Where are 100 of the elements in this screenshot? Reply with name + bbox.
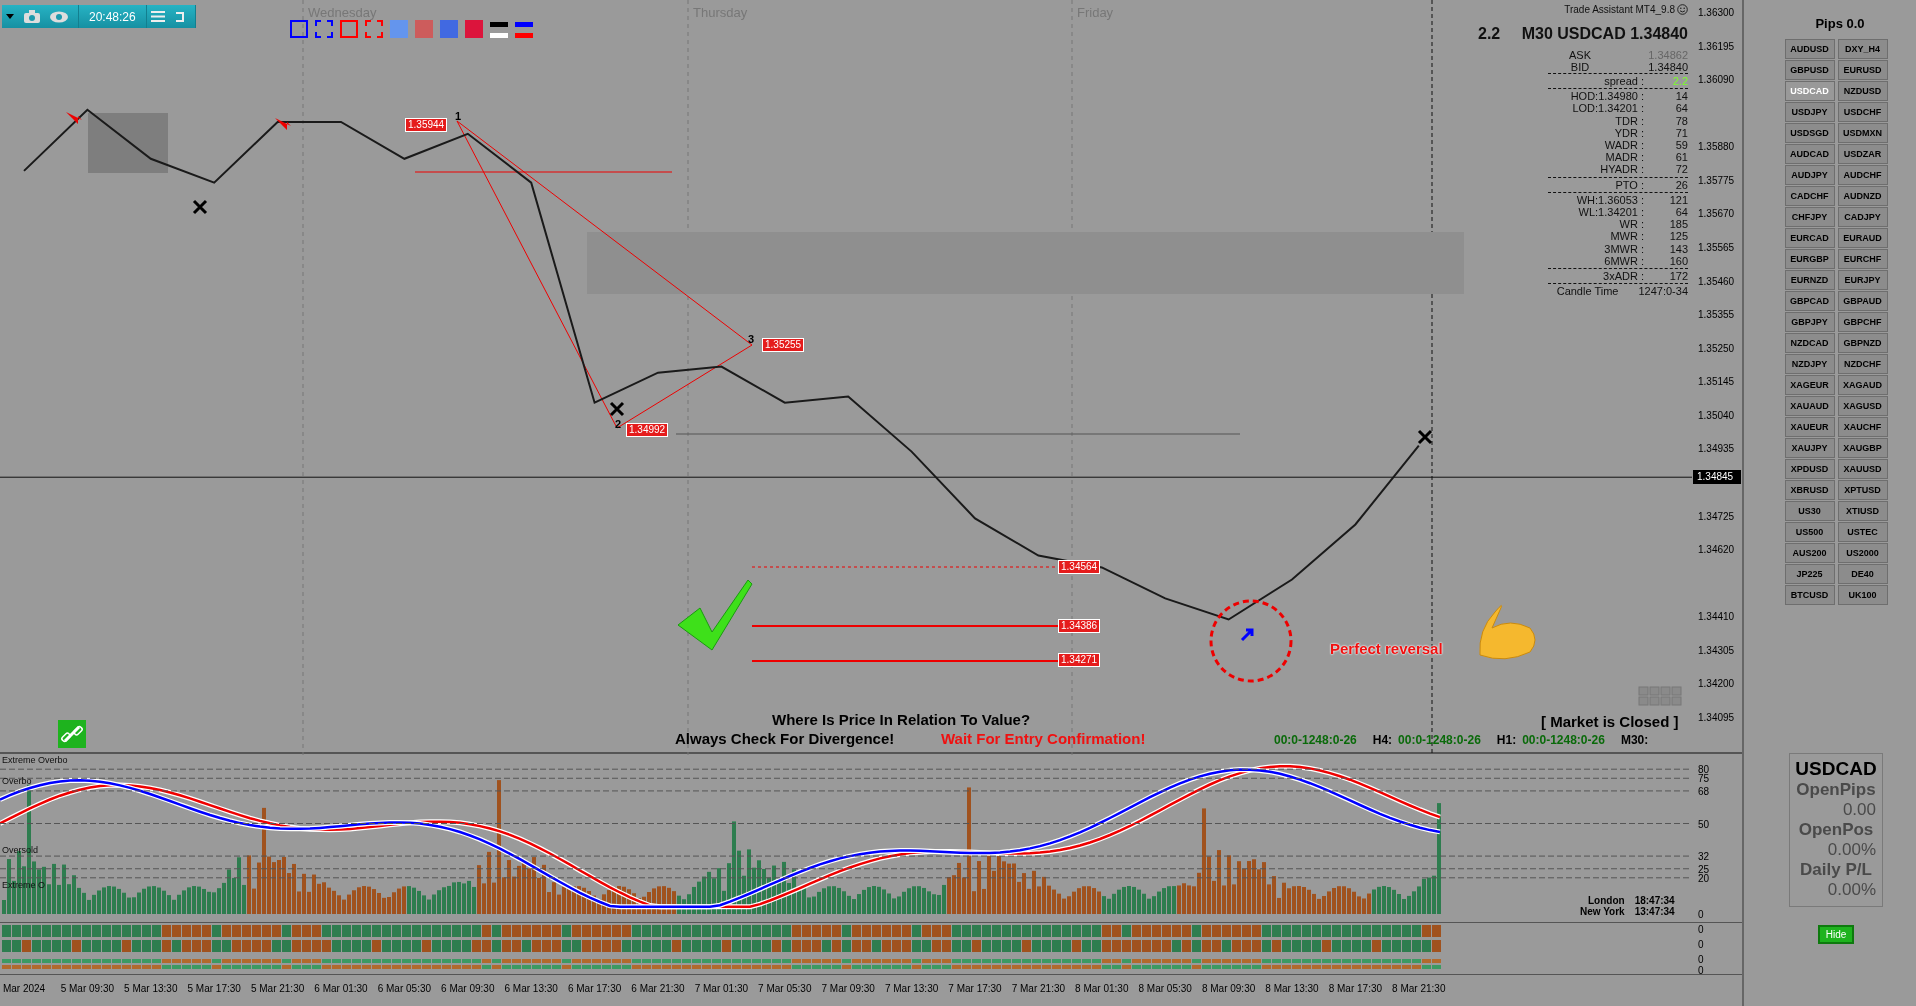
symbol-button[interactable]: EURAUD <box>1837 228 1888 248</box>
symbol-button[interactable]: XAUGBP <box>1837 438 1888 458</box>
symbol-button[interactable]: JP225 <box>1784 564 1835 584</box>
stat-value: 2.2 <box>1671 75 1688 88</box>
time-label: 6 Mar 17:30 <box>567 983 622 995</box>
link-icon[interactable] <box>58 720 86 748</box>
stat-label: PTO : <box>1614 178 1645 191</box>
symbol-button[interactable]: US2000 <box>1837 543 1888 563</box>
color-swatch[interactable] <box>340 20 358 38</box>
symbol-button[interactable]: AUDUSD <box>1784 39 1835 59</box>
grid-icon[interactable] <box>1638 686 1682 706</box>
symbol-button[interactable]: NZDUSD <box>1837 81 1888 101</box>
symbol-button[interactable]: XAUJPY <box>1784 438 1835 458</box>
symbol-button[interactable]: AUS200 <box>1784 543 1835 563</box>
symbol-button[interactable]: AUDCHF <box>1837 165 1888 185</box>
symbol-button[interactable]: GBPUSD <box>1784 60 1835 80</box>
symbol-button[interactable]: NZDJPY <box>1784 354 1835 374</box>
stat-value: 64 <box>1674 102 1688 115</box>
symbol-button[interactable]: EURNZD <box>1784 270 1835 290</box>
stat-value: 172 <box>1668 270 1688 283</box>
symbol-button[interactable]: GBPJPY <box>1784 312 1835 332</box>
color-swatch[interactable] <box>365 20 383 38</box>
symbol-button[interactable]: AUDJPY <box>1784 165 1835 185</box>
symbol-button[interactable]: GBPNZD <box>1837 333 1888 353</box>
symbol-button[interactable]: US500 <box>1784 522 1835 542</box>
eye-icon[interactable] <box>50 10 68 23</box>
line-swatch[interactable] <box>490 33 508 38</box>
price-label: 1.34386 <box>1058 619 1101 633</box>
symbol-button[interactable]: USTEC <box>1837 522 1888 542</box>
symbol-button[interactable]: XTIUSD <box>1837 501 1888 521</box>
symbol-button[interactable]: CHFJPY <box>1784 207 1835 227</box>
time-label: 5 Mar 21:30 <box>250 983 305 995</box>
stat-value: 78 <box>1674 114 1688 127</box>
line-swatch[interactable] <box>490 22 508 27</box>
symbol-button[interactable]: USDJPY <box>1784 102 1835 122</box>
time-label: 7 Mar 13:30 <box>884 983 939 995</box>
stat-label: YDR : <box>1613 126 1645 139</box>
symbol-button[interactable]: EURGBP <box>1784 249 1835 269</box>
symbol-button[interactable]: AUDCAD <box>1784 144 1835 164</box>
symbol-button[interactable]: GBPCAD <box>1784 291 1835 311</box>
color-swatch[interactable] <box>390 20 408 38</box>
symbol-button[interactable]: XPDUSD <box>1784 459 1835 479</box>
menu-icon[interactable] <box>150 11 165 22</box>
message-text: Where Is Price In Relation To Value? <box>772 711 1031 728</box>
symbol-button[interactable]: GBPAUD <box>1837 291 1888 311</box>
session-time: 18:47:34 <box>1634 895 1675 907</box>
stat-label: WL:1.34201 : <box>1577 206 1645 219</box>
color-swatch[interactable] <box>290 20 308 38</box>
market-status: [ Market is Closed ] <box>1541 713 1679 730</box>
scale-tick: 0 <box>1698 965 1704 975</box>
symbol-button[interactable]: AUDNZD <box>1837 186 1888 206</box>
symbol-button[interactable]: DE40 <box>1837 564 1888 584</box>
symbol-button[interactable]: EURUSD <box>1837 60 1888 80</box>
symbol-button[interactable]: EURCAD <box>1784 228 1835 248</box>
symbol-button[interactable]: DXY_H4 <box>1837 39 1888 59</box>
symbol-button[interactable]: EURCHF <box>1837 249 1888 269</box>
symbol-button[interactable]: XAGUSD <box>1837 396 1888 416</box>
symbol-button[interactable]: XAUAUD <box>1784 396 1835 416</box>
symbol-button[interactable]: UK100 <box>1837 585 1888 605</box>
symbol-button[interactable]: USDZAR <box>1837 144 1888 164</box>
line-swatch[interactable] <box>515 22 533 27</box>
color-swatch[interactable] <box>440 20 458 38</box>
caret-icon[interactable] <box>6 13 14 20</box>
symbol-button[interactable]: XAGEUR <box>1784 375 1835 395</box>
quote-value: 1.34840 <box>1647 61 1688 73</box>
cross-icon <box>609 401 625 417</box>
symbol-button[interactable]: NZDCAD <box>1784 333 1835 353</box>
stat-value: 72 <box>1674 163 1688 176</box>
window-icon[interactable] <box>174 11 185 22</box>
summary-value: 0.00% <box>1827 840 1877 860</box>
symbol-button[interactable]: CADCHF <box>1784 186 1835 206</box>
color-swatch[interactable] <box>315 20 333 38</box>
symbol-button[interactable]: XAUCHF <box>1837 417 1888 437</box>
symbol-button[interactable]: US30 <box>1784 501 1835 521</box>
symbol-button[interactable]: NZDCHF <box>1837 354 1888 374</box>
time-label: 5 Mar 13:30 <box>124 983 178 995</box>
session-time: 13:47:34 <box>1634 906 1675 918</box>
line-swatch[interactable] <box>515 33 533 38</box>
symbol-button[interactable]: CADJPY <box>1837 207 1888 227</box>
color-swatch[interactable] <box>415 20 433 38</box>
symbol-button[interactable]: USDCHF <box>1837 102 1888 122</box>
session-city: London <box>1588 895 1625 907</box>
symbol-button[interactable]: XPTUSD <box>1837 480 1888 500</box>
camera-icon[interactable] <box>24 10 40 23</box>
color-swatch[interactable] <box>465 20 483 38</box>
stat-label: MWR : <box>1609 230 1645 243</box>
symbol-button[interactable]: XAGAUD <box>1837 375 1888 395</box>
price-tick: 1.35145 <box>1698 376 1735 388</box>
symbol-button[interactable]: USDSGD <box>1784 123 1835 143</box>
symbol-button[interactable]: XAUUSD <box>1837 459 1888 479</box>
symbol-button[interactable]: USDMXN <box>1837 123 1888 143</box>
symbol-button[interactable]: GBPCHF <box>1837 312 1888 332</box>
symbol-button[interactable]: XAUEUR <box>1784 417 1835 437</box>
time-label: 8 Mar 05:30 <box>1138 983 1192 995</box>
symbol-button[interactable]: EURJPY <box>1837 270 1888 290</box>
time-label: 6 Mar 01:30 <box>314 983 368 995</box>
stat-label: HYADR : <box>1599 163 1645 176</box>
symbol-button[interactable]: XBRUSD <box>1784 480 1835 500</box>
stat-label: WR : <box>1618 218 1645 231</box>
symbol-button[interactable]: BTCUSD <box>1784 585 1835 605</box>
